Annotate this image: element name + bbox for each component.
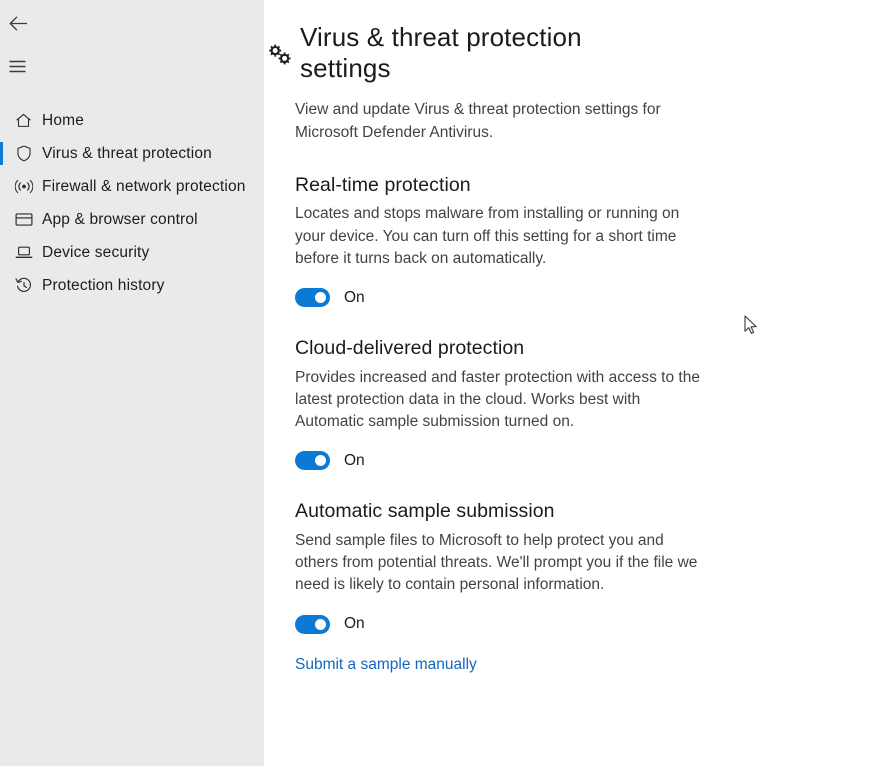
automatic-sample-submission-toggle[interactable] xyxy=(295,614,330,634)
home-icon xyxy=(13,110,34,131)
window-icon xyxy=(13,209,34,230)
shield-icon xyxy=(13,143,34,164)
real-time-protection-toggle[interactable] xyxy=(295,288,330,308)
settings-gears-icon xyxy=(266,22,300,73)
sidebar-item-app-browser-control[interactable]: App & browser control xyxy=(0,203,264,236)
cloud-delivered-protection-toggle[interactable] xyxy=(295,451,330,471)
section-title: Real-time protection xyxy=(295,173,471,196)
toggle-knob xyxy=(315,292,326,304)
page-header: Virus & threat protection settings xyxy=(269,0,891,83)
toggle-state-label: On xyxy=(344,452,365,470)
sidebar-item-label: App & browser control xyxy=(42,210,198,228)
section-automatic-sample-submission: Automatic sample submission Send sample … xyxy=(295,500,891,674)
sidebar-item-label: Protection history xyxy=(42,276,165,294)
history-icon xyxy=(13,275,34,296)
toggle-state-label: On xyxy=(344,615,365,633)
sidebar-item-firewall-network-protection[interactable]: Firewall & network protection xyxy=(0,170,264,203)
section-description: Send sample files to Microsoft to help p… xyxy=(295,531,698,594)
section-real-time-protection: Real-time protection Locates and stops m… xyxy=(295,173,891,308)
arrow-left-icon xyxy=(9,16,28,36)
sidebar-item-home[interactable]: Home xyxy=(0,104,264,137)
menu-button[interactable] xyxy=(0,54,40,84)
toggle-knob xyxy=(315,618,326,630)
section-cloud-delivered-protection: Cloud-delivered protection Provides incr… xyxy=(295,337,891,471)
device-icon xyxy=(13,242,34,263)
toggle-row: On xyxy=(295,288,891,308)
toggle-row: On xyxy=(295,614,891,634)
main-content: Virus & threat protection settings View … xyxy=(264,0,891,766)
toggle-row: On xyxy=(295,451,891,471)
sidebar-nav-list: Home Virus & threat protection Firewall … xyxy=(0,104,264,302)
back-button[interactable] xyxy=(0,11,40,41)
section-description: Provides increased and faster protection… xyxy=(295,368,700,431)
section-title: Automatic sample submission xyxy=(295,500,555,523)
section-title: Cloud-delivered protection xyxy=(295,337,525,360)
sidebar: Home Virus & threat protection Firewall … xyxy=(0,0,264,766)
sidebar-item-label: Device security xyxy=(42,243,150,261)
submit-sample-manually-link[interactable]: Submit a sample manually xyxy=(295,656,477,675)
toggle-state-label: On xyxy=(344,288,365,306)
sidebar-item-label: Home xyxy=(42,111,84,129)
sidebar-item-label: Virus & threat protection xyxy=(42,144,212,162)
sidebar-item-protection-history[interactable]: Protection history xyxy=(0,269,264,302)
hamburger-icon xyxy=(9,60,26,78)
sidebar-item-virus-threat-protection[interactable]: Virus & threat protection xyxy=(0,137,264,170)
toggle-knob xyxy=(315,455,326,467)
sidebar-item-label: Firewall & network protection xyxy=(42,177,246,195)
section-description: Locates and stops malware from installin… xyxy=(295,205,680,267)
broadcast-icon xyxy=(13,176,34,197)
page-title: Virus & threat protection settings xyxy=(300,22,582,83)
sidebar-item-device-security[interactable]: Device security xyxy=(0,236,264,269)
page-subtitle: View and update Virus & threat protectio… xyxy=(295,101,661,141)
windows-security-window: Home Virus & threat protection Firewall … xyxy=(0,0,891,766)
